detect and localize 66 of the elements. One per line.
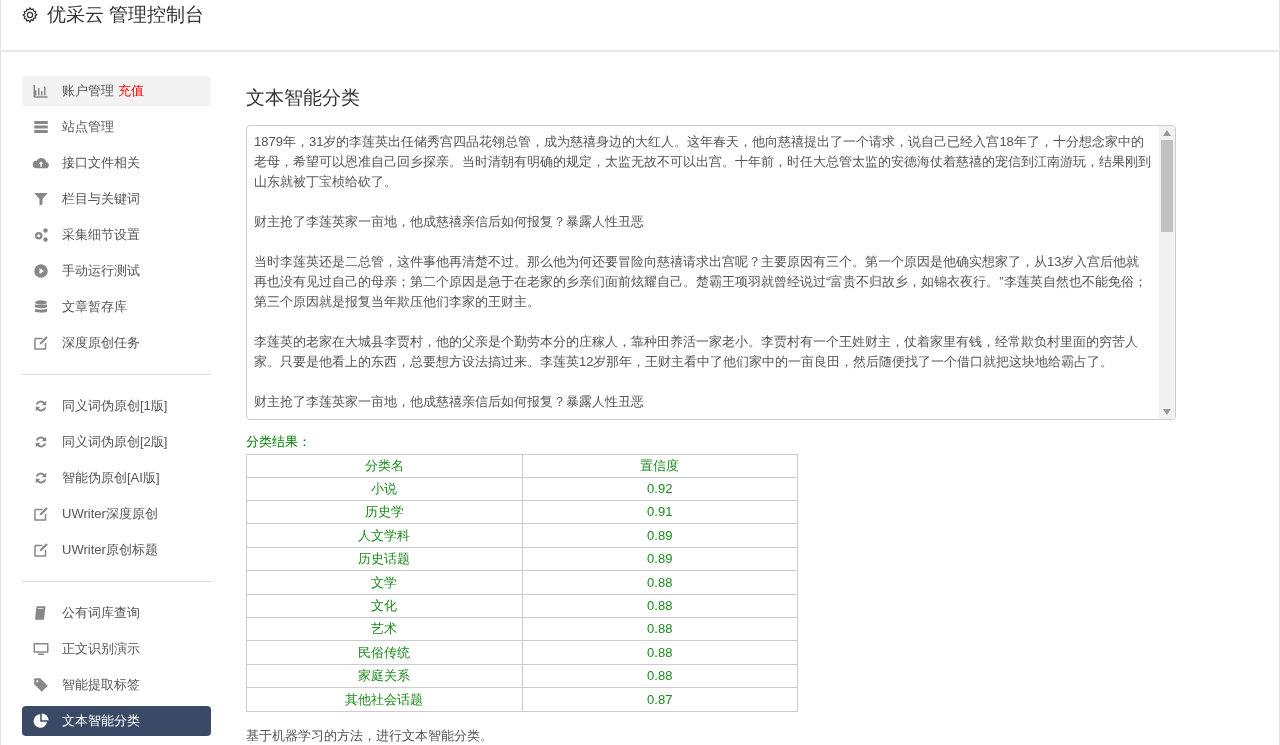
table-cell: 0.89 [522,523,798,548]
table-cell: 艺术 [246,617,522,641]
sidebar-item[interactable]: 智能伪原创[AI版] [22,463,211,493]
sidebar-item[interactable]: UWriter深度原创 [22,499,211,529]
text-paragraph: 当时李莲英还是二总管，这件事他再清楚不过。那么他为何还要冒险向慈禧请求出宫呢？主要原因有三个。第一个原因是他确实想家了，从13岁入宫后他就再也没有见过自己的母亲；第二个原因是急于在老家的乡亲们面前炫耀自己。楚霸王项羽就曾经说过“富贵不归故乡，如锦衣夜行。”李莲英自然也不能免俗；第三个原因就是报复当年欺压他们李家的王财主。 [254,252,1148,311]
chart-icon [32,82,50,100]
play-icon [32,262,50,280]
monitor-icon [32,640,50,658]
sidebar-item[interactable]: UWriter原创标题 [22,535,211,565]
sidebar-item[interactable]: 公有词库查询 [22,598,211,628]
sidebar-item[interactable]: 同义词伪原创[1版] [22,391,211,421]
text-paragraph: 李莲英的老家在大城县李贾村，他的父亲是个勤劳本分的庄稼人，靠种田养活一家老小。李贾村有一个王姓财主，仗着家里有钱，经常欺负村里面的穷苦人家。只要是他看上的东西，总要想方设法搞过来。李莲英12岁那年，王财主看中了他们家中的一亩良田，然后随便找了一个借口就把这块地给霸占了。 [254,332,1139,371]
table-cell: 人文学科 [246,523,522,548]
scroll-up-icon[interactable] [1163,129,1171,136]
sidebar-item[interactable]: 账户管理 充值 [22,76,211,106]
sidebar-item[interactable]: 文本智能分类 [22,706,211,736]
sidebar-item[interactable]: 同义词伪原创[2版] [22,427,211,457]
sidebar-item[interactable]: 接口文件相关 [22,148,211,178]
tag-icon [32,676,50,694]
table-cell: 0.91 [522,500,798,524]
edit-icon [32,505,50,523]
table-cell: 0.88 [522,617,798,641]
list-icon [32,118,50,136]
sidebar-item[interactable]: 文章暂存库 [22,292,211,322]
table-cell: 民俗传统 [246,640,522,665]
sidebar-item[interactable]: 智能提取标签 [22,670,211,700]
text-paragraph: 财主抢了李莲英家一亩地，他成慈禧亲信后如何报复？暴露人性丑恶 [254,212,645,231]
pie-chart-icon [32,712,50,730]
edit-icon [32,334,50,352]
text-paragraph: 1879年，31岁的李莲英出任储秀宫四品花翎总管，成为慈禧身边的大红人。这年春天，他向慈禧提出了一个请求，说自己已经入宫18年了，十分想念家中的老母，希望可以恩准自己回乡探亲。当时清朝有明确的规定，太监无故不可以出宫。十年前，时任大总管太监的安德海仗着慈禧的宠信到江南游玩，结果刚到山东就被丁宝桢给砍了。 [254,132,1152,191]
column-header: 分类名 [246,454,522,478]
scrollbar[interactable] [1159,125,1175,420]
table-cell: 0.89 [522,547,798,571]
table-cell: 历史话题 [246,547,522,571]
section-title: 文本智能分类 [246,86,361,110]
table-cell: 0.88 [522,640,798,665]
database-icon [32,298,50,316]
table-cell: 家庭关系 [246,664,522,688]
result-label: 分类结果： [246,433,312,452]
table-cell: 文化 [246,594,522,618]
column-header: 置信度 [522,454,798,478]
text-area[interactable] [246,124,1176,421]
text-paragraph: 财主抢了李莲英家一亩地，他成慈禧亲信后如何报复？暴露人性丑恶 [254,392,645,411]
sidebar-item[interactable]: 深度原创任务 [22,328,211,358]
table-cell: 0.87 [522,687,798,711]
table-cell: 文学 [246,570,522,595]
sidebar-item[interactable]: 站点管理 [22,112,211,142]
table-cell: 小说 [246,477,522,501]
table-cell: 0.88 [522,664,798,688]
table-cell: 0.88 [522,594,798,618]
description-text: 基于机器学习的方法，进行文本智能分类。 [246,726,494,745]
scrollbar-thumb[interactable] [1161,139,1173,232]
settings-icon [21,6,39,24]
sidebar-item[interactable]: 正文识别演示 [22,634,211,664]
recharge-link[interactable]: 充值 [118,81,144,101]
edit-icon [32,541,50,559]
sidebar-item[interactable]: 采集细节设置 [22,220,211,250]
page-title: 优采云 管理控制台 [47,2,205,27]
table-cell: 0.88 [522,570,798,595]
scroll-down-icon[interactable] [1163,409,1171,416]
sidebar-item[interactable]: 栏目与关键词 [22,184,211,214]
filter-icon [32,190,50,208]
table-cell: 其他社会话题 [246,687,522,711]
table-cell: 0.92 [522,477,798,501]
table-cell: 历史学 [246,500,522,524]
sidebar-item[interactable]: 手动运行测试 [22,256,211,286]
